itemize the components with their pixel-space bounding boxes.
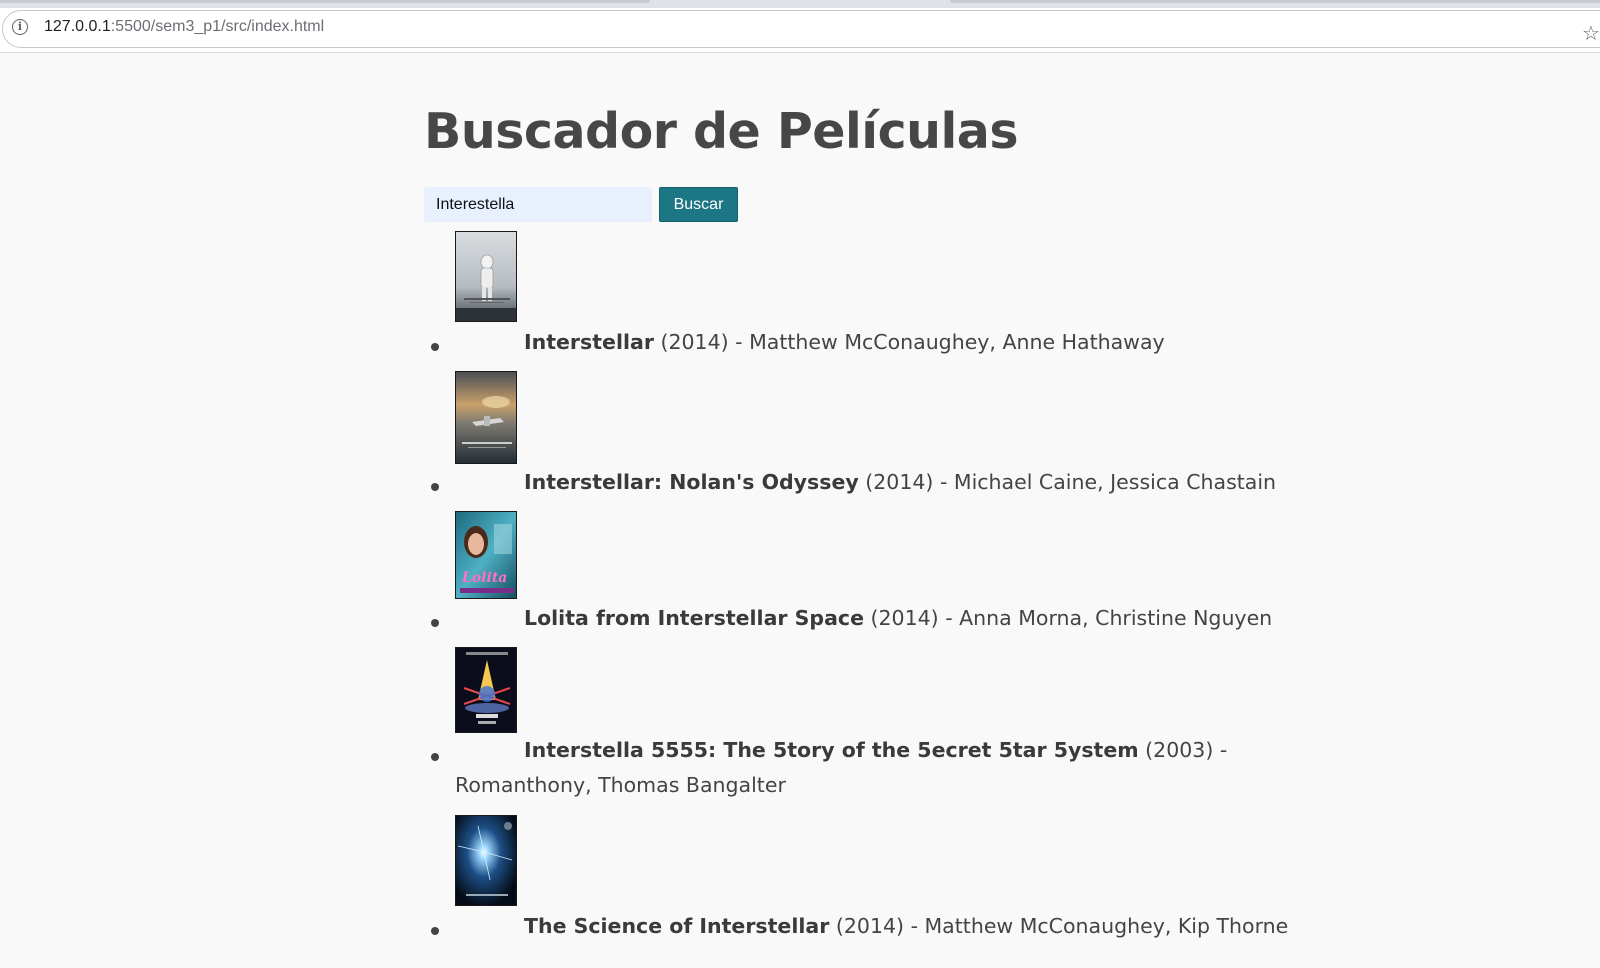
svg-text:Lolita: Lolita bbox=[461, 570, 507, 586]
address-url[interactable]: 127.0.0.1:5500/sem3_p1/src/index.html bbox=[44, 18, 324, 36]
list-bullet bbox=[431, 343, 439, 351]
movie-title: Lolita from Interstellar Space bbox=[524, 606, 864, 630]
list-bullet bbox=[431, 483, 439, 491]
page-content: Buscador de Películas Buscar bbox=[0, 53, 1600, 968]
result-text: Interstella 5555: The 5tory of the 5ecre… bbox=[524, 738, 1227, 762]
movie-cast: Matthew McConaughey, Anne Hathaway bbox=[749, 330, 1165, 354]
result-text: The Science of Interstellar (2014) - Mat… bbox=[524, 914, 1288, 938]
result-text: Lolita from Interstellar Space (2014) - … bbox=[524, 606, 1272, 630]
search-button[interactable]: Buscar bbox=[659, 187, 738, 222]
tab[interactable] bbox=[0, 0, 650, 3]
tab[interactable] bbox=[950, 0, 1600, 3]
separator: - bbox=[910, 914, 918, 938]
movie-year: (2014) bbox=[660, 330, 729, 354]
movie-year: (2014) bbox=[835, 914, 905, 938]
separator: - bbox=[945, 606, 953, 630]
tab-strip bbox=[0, 0, 1600, 8]
lolita-poster: Lolita bbox=[455, 511, 517, 599]
star-icon[interactable]: ☆ bbox=[1582, 23, 1600, 43]
search-input[interactable] bbox=[424, 187, 652, 222]
interstella-5555-poster bbox=[455, 647, 517, 733]
result-text: Interstellar (2014) - Matthew McConaughe… bbox=[524, 330, 1165, 354]
movie-cast: Matthew McConaughey, Kip Thorne bbox=[924, 914, 1289, 938]
list-bullet bbox=[431, 619, 439, 627]
separator: - bbox=[735, 330, 743, 354]
movie-year: (2014) bbox=[870, 606, 939, 630]
movie-cast: Michael Caine, Jessica Chastain bbox=[953, 470, 1277, 494]
science-poster bbox=[455, 815, 517, 906]
browser-toolbar: i 127.0.0.1:5500/sem3_p1/src/index.html … bbox=[0, 8, 1600, 53]
spacecraft-poster bbox=[455, 371, 517, 464]
result-text: Interstellar: Nolan's Odyssey (2014) - M… bbox=[524, 470, 1276, 494]
movie-year: (2014) bbox=[865, 470, 934, 494]
movie-title: The Science of Interstellar bbox=[524, 914, 830, 938]
separator: - bbox=[939, 470, 948, 494]
movie-title: Interstellar: Nolan's Odyssey bbox=[524, 470, 859, 494]
separator: - bbox=[1219, 738, 1228, 762]
movie-cast: Romanthony, Thomas Bangalter bbox=[455, 773, 786, 797]
list-bullet bbox=[431, 927, 439, 935]
movie-title: Interstellar bbox=[524, 330, 654, 354]
movie-year: (2003) bbox=[1145, 738, 1214, 762]
movie-cast: Anna Morna, Christine Nguyen bbox=[959, 606, 1273, 630]
page-title: Buscador de Películas bbox=[424, 103, 1019, 160]
list-bullet bbox=[431, 753, 439, 761]
info-icon[interactable]: i bbox=[12, 19, 28, 35]
url-path: :5500/sem3_p1/src/index.html bbox=[110, 18, 325, 35]
movie-title: Interstella 5555: The 5tory of the 5ecre… bbox=[524, 738, 1139, 762]
url-host: 127.0.0.1 bbox=[44, 18, 111, 35]
address-bar[interactable]: i 127.0.0.1:5500/sem3_p1/src/index.html bbox=[2, 10, 1600, 48]
astronaut-poster bbox=[455, 231, 517, 322]
